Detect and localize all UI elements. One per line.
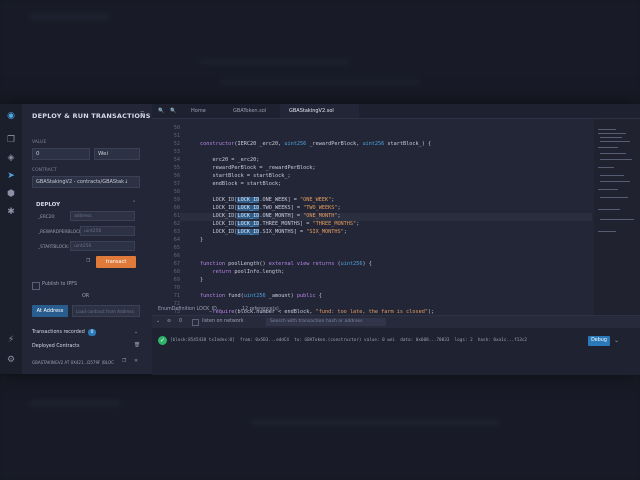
param-erc20-input[interactable]: address bbox=[70, 211, 135, 221]
listen-label: listen on network bbox=[202, 319, 244, 324]
terminal-search-input[interactable]: Search with transaction hash or address bbox=[266, 318, 386, 326]
plugin-icon[interactable]: ⬢ bbox=[5, 188, 17, 200]
terminal-toolbar: ⌄ ⊘ 0 listen on network Search with tran… bbox=[152, 316, 640, 328]
listen-checkbox[interactable] bbox=[192, 319, 199, 326]
tab-gbastakingv2[interactable]: GBAStakingV2.sol bbox=[280, 104, 359, 118]
line-number: 55 bbox=[173, 165, 180, 171]
line-number: 61 bbox=[173, 213, 180, 219]
line-number: 68 bbox=[173, 269, 180, 275]
clear-icon[interactable]: ⊘ bbox=[167, 319, 171, 324]
line-number: 65 bbox=[173, 245, 180, 251]
bug-icon[interactable]: ✱ bbox=[5, 206, 17, 218]
tab-home[interactable]: Home bbox=[182, 104, 229, 118]
at-address-button[interactable]: At Address bbox=[32, 305, 68, 317]
or-label: OR bbox=[82, 294, 90, 299]
deployed-contract-item[interactable]: GBASTAKINGV2 AT 0X421...D579F (BLOC bbox=[32, 360, 114, 365]
expand-icon[interactable]: ⌄ bbox=[614, 337, 619, 344]
chevron-down-icon[interactable]: ⌄ bbox=[156, 319, 160, 324]
contract-select[interactable]: GBAStakingV2 - contracts/GBAStak↓ bbox=[32, 176, 140, 188]
close-icon[interactable]: ✕ bbox=[134, 359, 138, 364]
param-reward-input[interactable]: uint256 bbox=[80, 226, 135, 236]
line-number: 66 bbox=[173, 253, 180, 259]
remix-window: ◉ ❐ ◈ ➤ ⬢ ✱ ⚡ ⚙ DEPLOY & RUN TRANSACTION… bbox=[0, 104, 640, 375]
copy-address-icon[interactable]: ❐ bbox=[122, 359, 126, 364]
transaction-log[interactable]: [block:8545438 txIndex:0] from: 0x5B3...… bbox=[170, 338, 527, 343]
line-number: 71 bbox=[173, 293, 180, 299]
line-gutter: 50 51 52 53 54 55 56 57 58 59 60 61 62 63 64 65 66 67 68 69… bbox=[152, 119, 180, 315]
line-number: 70 bbox=[173, 285, 180, 291]
deploy-section-title: DEPLOY bbox=[36, 202, 61, 208]
zoom-in-icon[interactable]: 🔍 bbox=[170, 104, 180, 118]
param-startblock-label: _STARTBLOCK: bbox=[38, 245, 70, 250]
pending-count: 0 bbox=[179, 319, 183, 324]
line-number: 58 bbox=[173, 189, 180, 195]
chevron-down-icon[interactable]: ⌄ bbox=[134, 330, 138, 335]
code-editor[interactable]: 50 51 52 53 54 55 56 57 58 59 60 61 62 63 64 65 66 67 68 69… bbox=[152, 119, 592, 315]
line-number: 62 bbox=[173, 221, 180, 227]
line-number: 63 bbox=[173, 229, 180, 235]
line-number: 64 bbox=[173, 237, 180, 243]
line-number: 52 bbox=[173, 141, 180, 147]
chevron-up-icon[interactable]: ⌃ bbox=[132, 201, 136, 206]
tx-count-badge: 0 bbox=[88, 329, 96, 336]
unit-select[interactable]: Wei bbox=[94, 148, 140, 160]
minimap[interactable] bbox=[594, 119, 640, 315]
line-number: 69 bbox=[173, 277, 180, 283]
remix-logo-icon[interactable]: ◉ bbox=[5, 110, 17, 122]
line-number: 54 bbox=[173, 157, 180, 163]
publish-checkbox[interactable] bbox=[32, 282, 40, 290]
zoom-out-icon[interactable]: 🔍 bbox=[158, 104, 168, 118]
load-contract-input[interactable]: Load contract from Address bbox=[72, 305, 140, 317]
icon-sidebar: ◉ ❐ ◈ ➤ ⬢ ✱ ⚡ ⚙ bbox=[0, 104, 23, 374]
success-check-icon: ✓ bbox=[158, 336, 167, 345]
deploy-icon[interactable]: ➤ bbox=[5, 170, 17, 182]
value-label: VALUE bbox=[32, 140, 47, 145]
menu-icon[interactable]: ☰ bbox=[140, 112, 144, 117]
line-number: 51 bbox=[173, 133, 180, 139]
line-number: 53 bbox=[173, 149, 180, 155]
line-number: 50 bbox=[173, 125, 180, 131]
line-number: 56 bbox=[173, 173, 180, 179]
publish-label: Publish to IPFS bbox=[42, 282, 77, 287]
contract-label: CONTRACT bbox=[32, 168, 57, 173]
terminal: ⌄ ⊘ 0 listen on network Search with tran… bbox=[152, 315, 640, 375]
param-erc20-label: _ERC20: bbox=[38, 215, 56, 220]
param-startblock-input[interactable]: uint256 bbox=[70, 241, 135, 251]
tab-gbatoken[interactable]: GBAToken.sol bbox=[224, 104, 287, 118]
deploy-panel: DEPLOY & RUN TRANSACTIONS ☰ VALUE 0 Wei … bbox=[22, 104, 153, 374]
value-input[interactable]: 0 bbox=[32, 148, 90, 160]
param-reward-label: _REWARDPERBLOCK: bbox=[38, 230, 84, 235]
compiler-icon[interactable]: ◈ bbox=[5, 152, 17, 164]
transact-button[interactable]: transact bbox=[96, 256, 136, 268]
editor-tabs: 🔍 🔍 Home GBAToken.sol GBAStakingV2.sol bbox=[152, 104, 640, 119]
plug-icon[interactable]: ⚡ bbox=[5, 334, 17, 346]
definition-status: EnumDefinition LOCK_ID... bbox=[158, 307, 222, 312]
transactions-recorded-label: Transactions recorded bbox=[32, 330, 85, 335]
panel-title: DEPLOY & RUN TRANSACTIONS bbox=[32, 112, 151, 120]
line-number: 59 bbox=[173, 197, 180, 203]
references-count[interactable]: 12 reference(s) bbox=[242, 307, 279, 312]
debug-button[interactable]: Debug bbox=[588, 336, 610, 346]
file-explorer-icon[interactable]: ❐ bbox=[5, 134, 17, 146]
copy-icon[interactable]: ❐ bbox=[86, 259, 90, 264]
gear-icon[interactable]: ⚙ bbox=[5, 354, 17, 366]
line-number: 67 bbox=[173, 261, 180, 267]
line-number: 60 bbox=[173, 205, 180, 211]
deployed-contracts-label: Deployed Contracts bbox=[32, 344, 80, 349]
line-number: 57 bbox=[173, 181, 180, 187]
trash-icon[interactable]: 🗑 bbox=[134, 343, 140, 348]
editor-status: EnumDefinition LOCK_ID... 12 reference(s… bbox=[152, 305, 452, 315]
